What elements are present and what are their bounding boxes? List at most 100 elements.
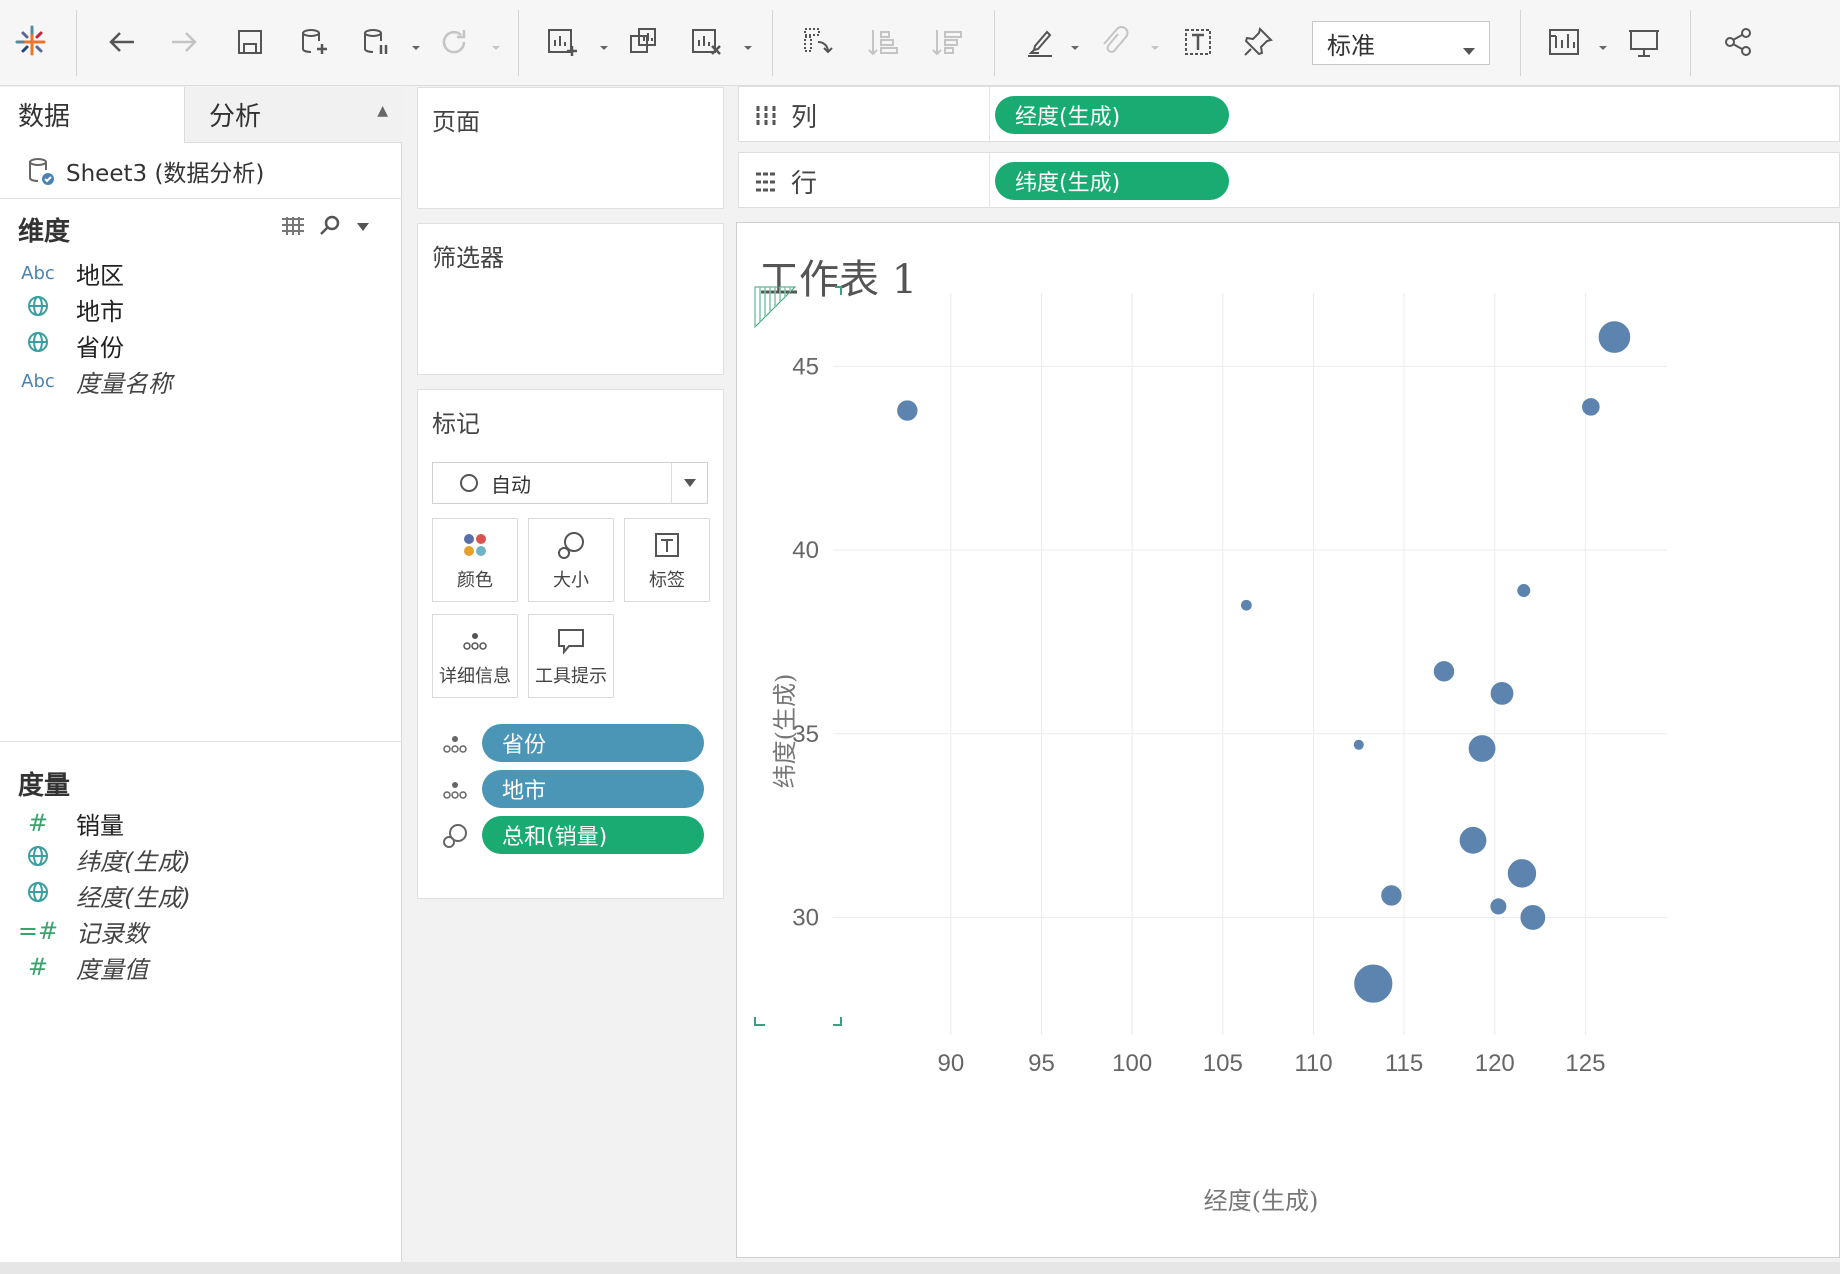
pause-dropdown-icon[interactable] — [409, 38, 423, 50]
sum-sales-pill[interactable]: 总和(销量) — [482, 816, 704, 854]
duplicate-sheet-icon[interactable] — [620, 18, 668, 66]
tab-data[interactable]: 数据 — [0, 87, 184, 143]
sort-ascending-icon[interactable] — [858, 18, 906, 66]
fit-select-value: 标准 — [1327, 31, 1375, 60]
field-item[interactable]: 省份 — [0, 325, 400, 365]
city-pill[interactable]: 地市 — [482, 770, 704, 808]
mark-pill-row[interactable]: 地市 — [418, 768, 725, 810]
scatter-chart[interactable]: 90 95 100 105 110 115 120 125 30354045 经度(生成) 纬… — [737, 223, 1839, 1257]
pages-card[interactable]: 页面 — [417, 87, 724, 209]
scatter-point[interactable] — [1432, 660, 1455, 683]
tab-analysis[interactable]: 分析 ▲ — [184, 87, 402, 143]
scatter-point[interactable] — [1467, 734, 1497, 763]
group-members-icon[interactable] — [1090, 18, 1138, 66]
pause-datasource-icon[interactable] — [352, 18, 400, 66]
scatter-point[interactable] — [1352, 739, 1365, 751]
field-item[interactable]: Abc 度量名称 — [0, 361, 400, 401]
province-pill[interactable]: 省份 — [482, 724, 704, 762]
fit-select-chevron-icon — [1461, 36, 1477, 55]
longitude-pill[interactable]: 经度(生成) — [995, 96, 1229, 134]
field-item[interactable]: 经度(生成) — [0, 875, 400, 915]
color-button[interactable]: 颜色 — [432, 518, 518, 602]
save-icon[interactable] — [226, 18, 274, 66]
columns-icon — [756, 105, 776, 126]
scatter-point[interactable] — [1519, 904, 1547, 931]
field-item[interactable]: 纬度(生成) — [0, 839, 400, 879]
scatter-point[interactable] — [1489, 681, 1515, 706]
detail-button[interactable]: 详细信息 — [432, 614, 518, 698]
scatter-point[interactable] — [1380, 884, 1403, 907]
datasource-name: Sheet3 (数据分析) — [66, 160, 265, 187]
mark-pill-row[interactable]: 总和(销量) — [418, 814, 725, 856]
presentation-mode-icon[interactable] — [1620, 18, 1668, 66]
show-mark-labels-icon[interactable] — [1174, 18, 1222, 66]
redo-icon[interactable] — [160, 18, 208, 66]
swap-rows-columns-icon[interactable] — [794, 18, 842, 66]
view-list-icon[interactable] — [280, 215, 306, 237]
clear-sheet-icon[interactable] — [682, 18, 730, 66]
scatter-point[interactable] — [1597, 320, 1632, 354]
columns-shelf[interactable]: 列 经度(生成) — [738, 86, 1840, 143]
scatter-point[interactable] — [1489, 897, 1508, 916]
city-pill-label: 地市 — [502, 779, 547, 804]
filters-card[interactable]: 筛选器 — [417, 223, 724, 375]
group-dropdown-icon[interactable] — [1148, 38, 1162, 50]
field-item[interactable]: Abc 地区 — [0, 253, 400, 293]
scatter-point[interactable] — [896, 399, 919, 422]
mark-pill-row[interactable]: 省份 — [418, 722, 725, 764]
show-cards-icon[interactable] — [1540, 18, 1588, 66]
undo-icon[interactable] — [98, 18, 146, 66]
new-datasource-icon[interactable] — [290, 18, 338, 66]
clear-sheet-dropdown-icon[interactable] — [741, 38, 755, 50]
filters-title: 筛选器 — [432, 244, 504, 272]
share-icon[interactable] — [1714, 18, 1762, 66]
refresh-dropdown-icon[interactable] — [489, 38, 503, 50]
field-item[interactable]: # 度量值 — [0, 947, 400, 987]
size-button[interactable]: 大小 — [528, 518, 614, 602]
chart-marks — [896, 320, 1632, 1004]
pages-title: 页面 — [432, 108, 480, 136]
refresh-icon[interactable] — [430, 18, 478, 66]
show-cards-dropdown-icon[interactable] — [1596, 38, 1610, 50]
cards-area: 页面 筛选器 标记 自动 颜色 大小 标签 详细信息 工具提示 省份 地市 总和… — [403, 87, 738, 1274]
worksheet-view[interactable]: 工作表 1 90 95 100 105 110 115 120 125 30 35 40 45 经度… — [736, 222, 1840, 1258]
new-worksheet-icon[interactable] — [538, 18, 586, 66]
status-strip — [0, 1262, 1840, 1274]
tooltip-button[interactable]: 工具提示 — [528, 614, 614, 698]
rows-shelf-label-row: 行 — [753, 163, 817, 200]
latitude-pill[interactable]: 纬度(生成) — [995, 162, 1229, 200]
fix-axes-pin-icon[interactable] — [1234, 18, 1282, 66]
label-button[interactable]: 标签 — [624, 518, 710, 602]
latitude-pill-label: 纬度(生成) — [1015, 171, 1121, 196]
scatter-point[interactable] — [1458, 826, 1488, 855]
size-icon — [558, 532, 584, 559]
label-label: 标签 — [649, 570, 685, 591]
menu-dropdown-icon[interactable] — [356, 219, 370, 233]
tab-sort-arrows-icon[interactable]: ▲ — [377, 103, 388, 119]
scatter-point[interactable] — [1240, 599, 1253, 612]
field-name: 省份 — [76, 333, 124, 362]
tab-data-label: 数据 — [18, 102, 71, 132]
mark-type-select[interactable]: 自动 — [432, 462, 708, 504]
x-axis-label: 经度(生成) — [1204, 1187, 1319, 1215]
rows-shelf[interactable]: 行 纬度(生成) — [738, 152, 1840, 209]
field-item[interactable]: # 销量 — [0, 803, 400, 843]
detail-icon — [463, 633, 487, 650]
string-type-icon: Abc — [21, 370, 55, 392]
fit-select[interactable]: 标准 — [1312, 21, 1490, 65]
new-worksheet-dropdown-icon[interactable] — [597, 38, 611, 50]
field-item[interactable]: =# 记录数 — [0, 911, 400, 951]
search-icon[interactable] — [318, 213, 342, 237]
field-item[interactable]: 地市 — [0, 289, 400, 329]
datasource-row[interactable]: Sheet3 (数据分析) — [0, 143, 402, 199]
sort-descending-icon[interactable] — [922, 18, 970, 66]
scatter-point[interactable] — [1516, 583, 1532, 598]
number-type-icon: # — [27, 953, 49, 981]
tableau-logo-icon[interactable] — [8, 18, 56, 66]
scatter-point[interactable] — [1353, 963, 1394, 1004]
highlight-dropdown-icon[interactable] — [1068, 38, 1082, 50]
highlight-icon[interactable] — [1016, 18, 1064, 66]
globe-icon — [0, 294, 76, 324]
scatter-point[interactable] — [1506, 858, 1537, 889]
scatter-point[interactable] — [1581, 397, 1601, 417]
